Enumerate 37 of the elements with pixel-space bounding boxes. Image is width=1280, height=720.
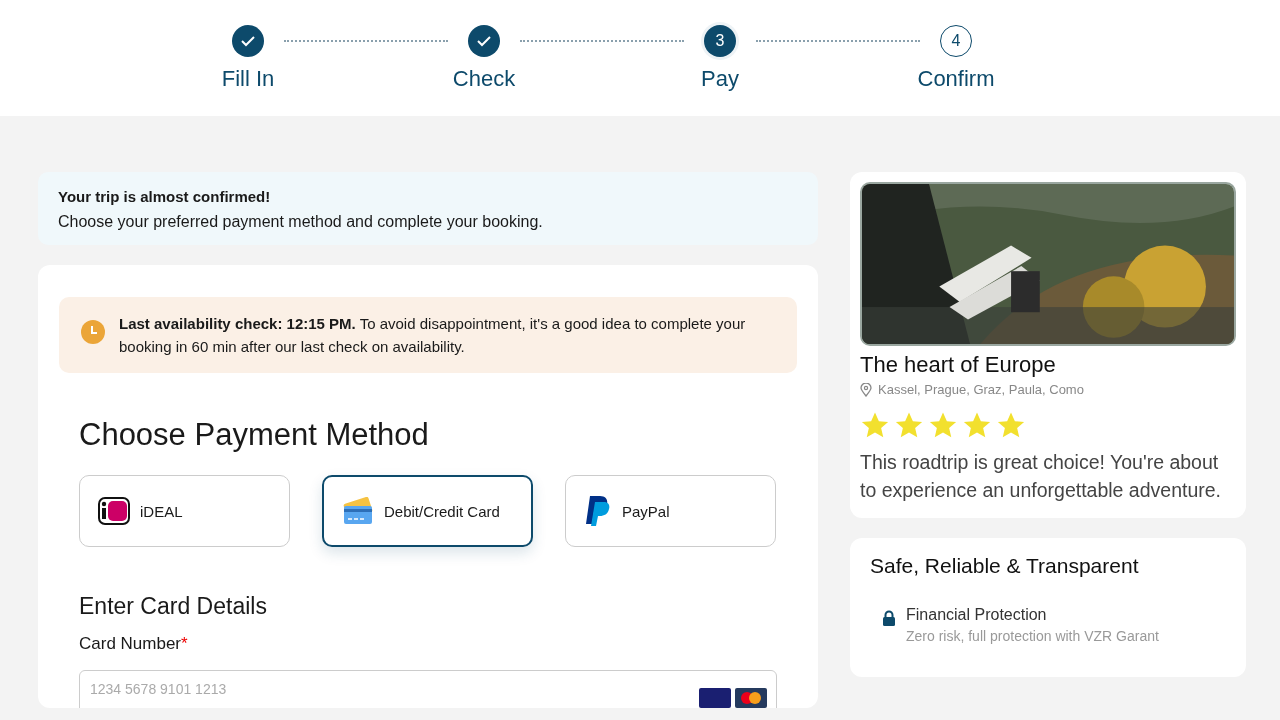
- step-indicator: 3: [704, 25, 736, 57]
- paypal-logo-icon: [584, 494, 612, 528]
- ideal-logo-icon: [98, 497, 130, 525]
- credit-card-icon: [342, 497, 374, 525]
- star-icon: [928, 411, 958, 440]
- feature-title: Financial Protection: [906, 606, 1048, 624]
- visa-card-icon: [699, 688, 731, 708]
- payment-method-option[interactable]: PayPal: [565, 475, 776, 547]
- field-label: Card Number*: [79, 634, 188, 654]
- checkmark-icon: [476, 35, 492, 47]
- step-label: Confirm: [917, 66, 995, 92]
- location-pin-icon: [860, 382, 872, 397]
- section-heading: Choose Payment Method: [79, 417, 430, 453]
- clock-icon: [81, 320, 105, 344]
- trip-title: The heart of Europe: [860, 352, 1057, 378]
- step-label: Fill In: [221, 66, 275, 92]
- lock-icon: [882, 610, 896, 626]
- star-icon: [894, 411, 924, 440]
- feature-text: Zero risk, full protection with VZR Garant: [906, 628, 1159, 644]
- trip-description: This roadtrip is great choice! You're about to experience an unforgettable adventure.: [860, 450, 1222, 503]
- card-number-field[interactable]: 1234 5678 9101 1213: [79, 670, 777, 708]
- star-icon: [860, 411, 890, 440]
- star-icon: [962, 411, 992, 440]
- trip-locations: Kassel, Prague, Graz, Paula, Como: [878, 382, 1084, 397]
- availability-notice: Last availability check: 12:15 PM. To avoid disappointment, it's a good idea to complete your booking in 60 min after our last check on availability.: [119, 314, 747, 357]
- section-heading: Enter Card Details: [79, 593, 268, 620]
- checkmark-icon: [240, 35, 256, 47]
- step-label: Check: [452, 66, 516, 92]
- notice-text: Choose your preferred payment method and complete your booking.: [58, 213, 544, 231]
- mastercard-icon: [735, 688, 767, 708]
- payment-method-option[interactable]: Debit/Credit Card: [322, 475, 533, 547]
- star-icon: [996, 411, 1026, 440]
- payment-method-option[interactable]: iDEAL: [79, 475, 290, 547]
- section-heading: Safe, Reliable & Transparent: [870, 554, 1140, 578]
- step-label: Pay: [701, 66, 739, 92]
- notice-title: Your trip is almost confirmed!: [58, 188, 272, 205]
- step-indicator: 4: [940, 25, 972, 57]
